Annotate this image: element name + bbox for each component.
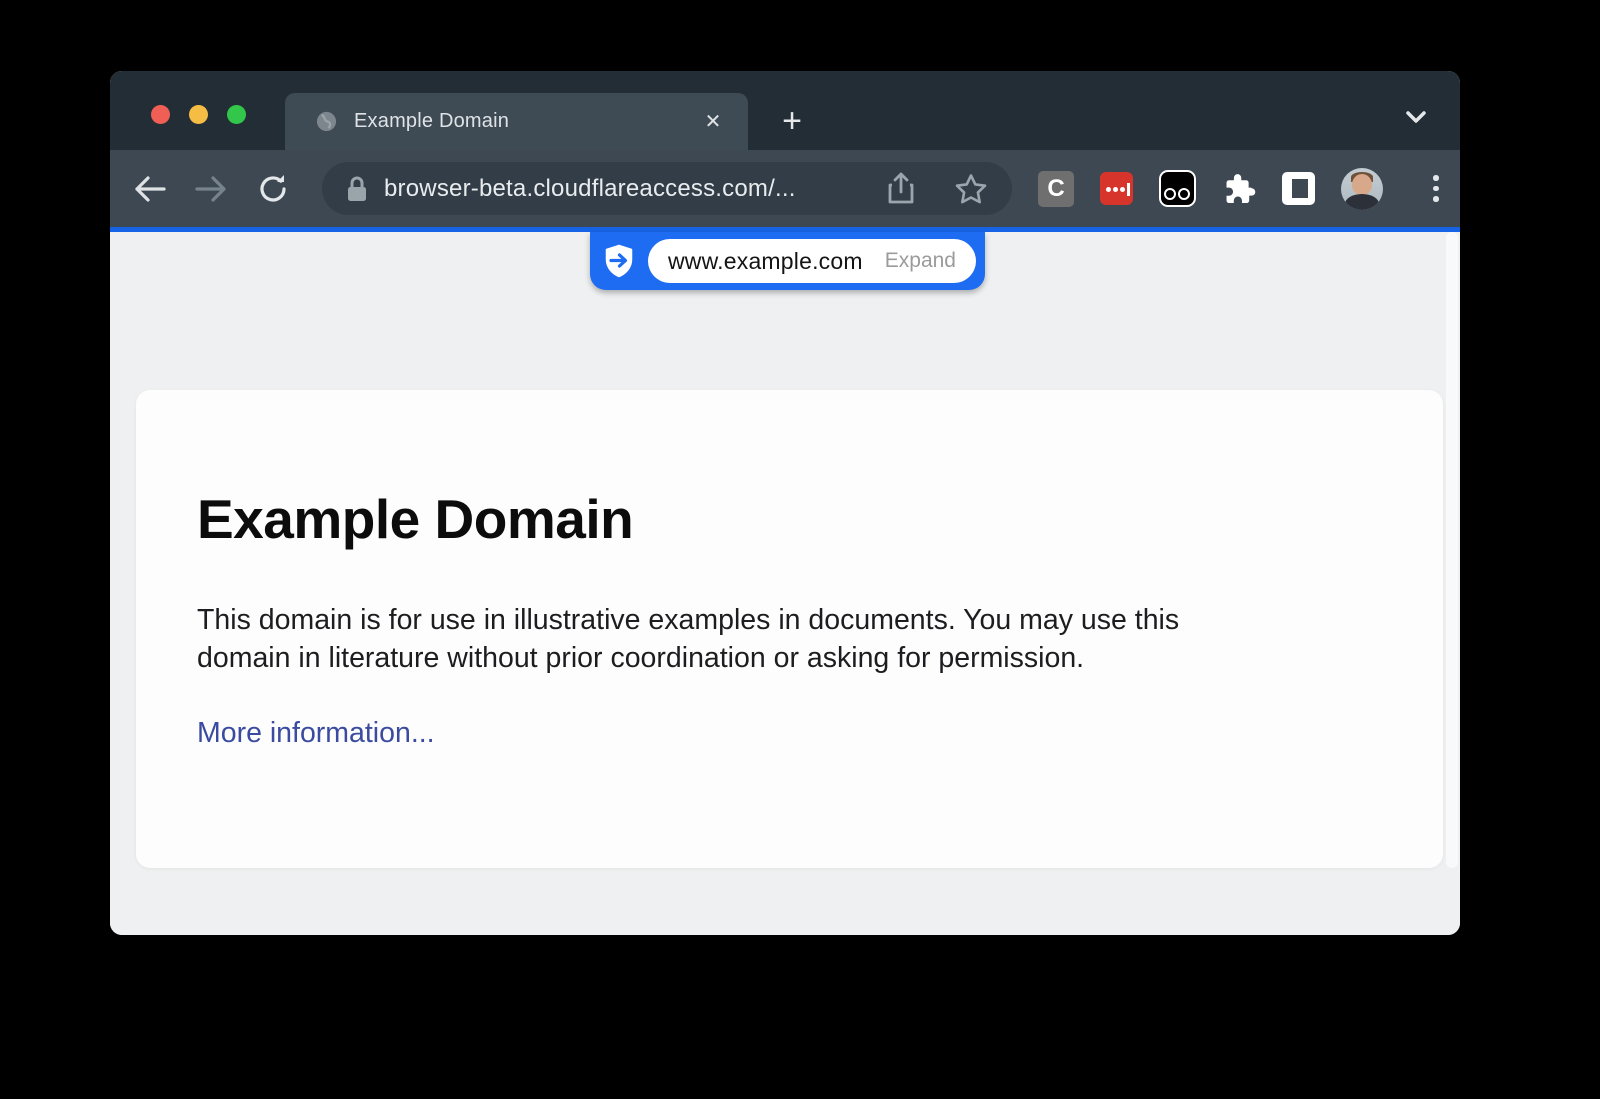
close-tab-icon[interactable]: ✕	[700, 109, 726, 135]
lock-icon	[346, 175, 368, 203]
back-button[interactable]	[128, 167, 172, 211]
body-line-1: This domain is for use in illustrative e…	[197, 601, 1443, 639]
bookmark-star-icon[interactable]	[954, 173, 988, 205]
forward-button[interactable]	[189, 167, 233, 211]
scrollbar-thumb[interactable]	[1446, 232, 1458, 868]
extensions-row: C	[1038, 168, 1439, 210]
isolation-banner: www.example.com Expand	[590, 232, 985, 290]
reload-button[interactable]	[251, 167, 295, 211]
more-information-link[interactable]: More information...	[197, 717, 435, 750]
zoom-window-button[interactable]	[227, 105, 246, 124]
url-text: browser-beta.cloudflareaccess.com/...	[384, 175, 886, 203]
example-domain-card: Example Domain This domain is for use in…	[136, 390, 1443, 868]
browser-toolbar: browser-beta.cloudflareaccess.com/... C	[110, 150, 1460, 227]
close-window-button[interactable]	[151, 105, 170, 124]
password-manager-extension-icon[interactable]	[1100, 172, 1133, 205]
page-body-text: This domain is for use in illustrative e…	[197, 601, 1443, 677]
profile-avatar[interactable]	[1341, 168, 1383, 210]
browser-menu-icon[interactable]	[1433, 175, 1439, 202]
share-icon[interactable]	[886, 172, 916, 206]
isolated-site-pill[interactable]: www.example.com Expand	[648, 239, 976, 283]
expand-button[interactable]: Expand	[885, 249, 956, 273]
shield-arrow-icon	[603, 243, 635, 279]
address-bar[interactable]: browser-beta.cloudflareaccess.com/...	[322, 162, 1012, 215]
page-title: Example Domain	[197, 487, 1443, 551]
page-viewport: www.example.com Expand Example Domain Th…	[110, 232, 1460, 935]
browser-tab[interactable]: Example Domain ✕	[285, 93, 748, 150]
body-line-2: domain in literature without prior coord…	[197, 639, 1443, 677]
minimize-window-button[interactable]	[189, 105, 208, 124]
black-circles-extension-icon[interactable]	[1159, 170, 1196, 207]
browser-window: Example Domain ✕ +	[110, 71, 1460, 935]
tab-strip: Example Domain ✕ +	[110, 71, 1460, 150]
tab-title: Example Domain	[354, 110, 509, 133]
extension-c-icon[interactable]: C	[1038, 171, 1074, 207]
new-tab-button[interactable]: +	[774, 103, 810, 139]
isolated-domain-text: www.example.com	[668, 248, 863, 275]
traffic-lights	[151, 105, 246, 124]
globe-favicon-icon	[315, 110, 338, 133]
chevron-down-icon[interactable]	[1402, 108, 1430, 128]
puzzle-extensions-icon[interactable]	[1222, 172, 1256, 206]
sidebar-extension-icon[interactable]	[1282, 172, 1315, 205]
